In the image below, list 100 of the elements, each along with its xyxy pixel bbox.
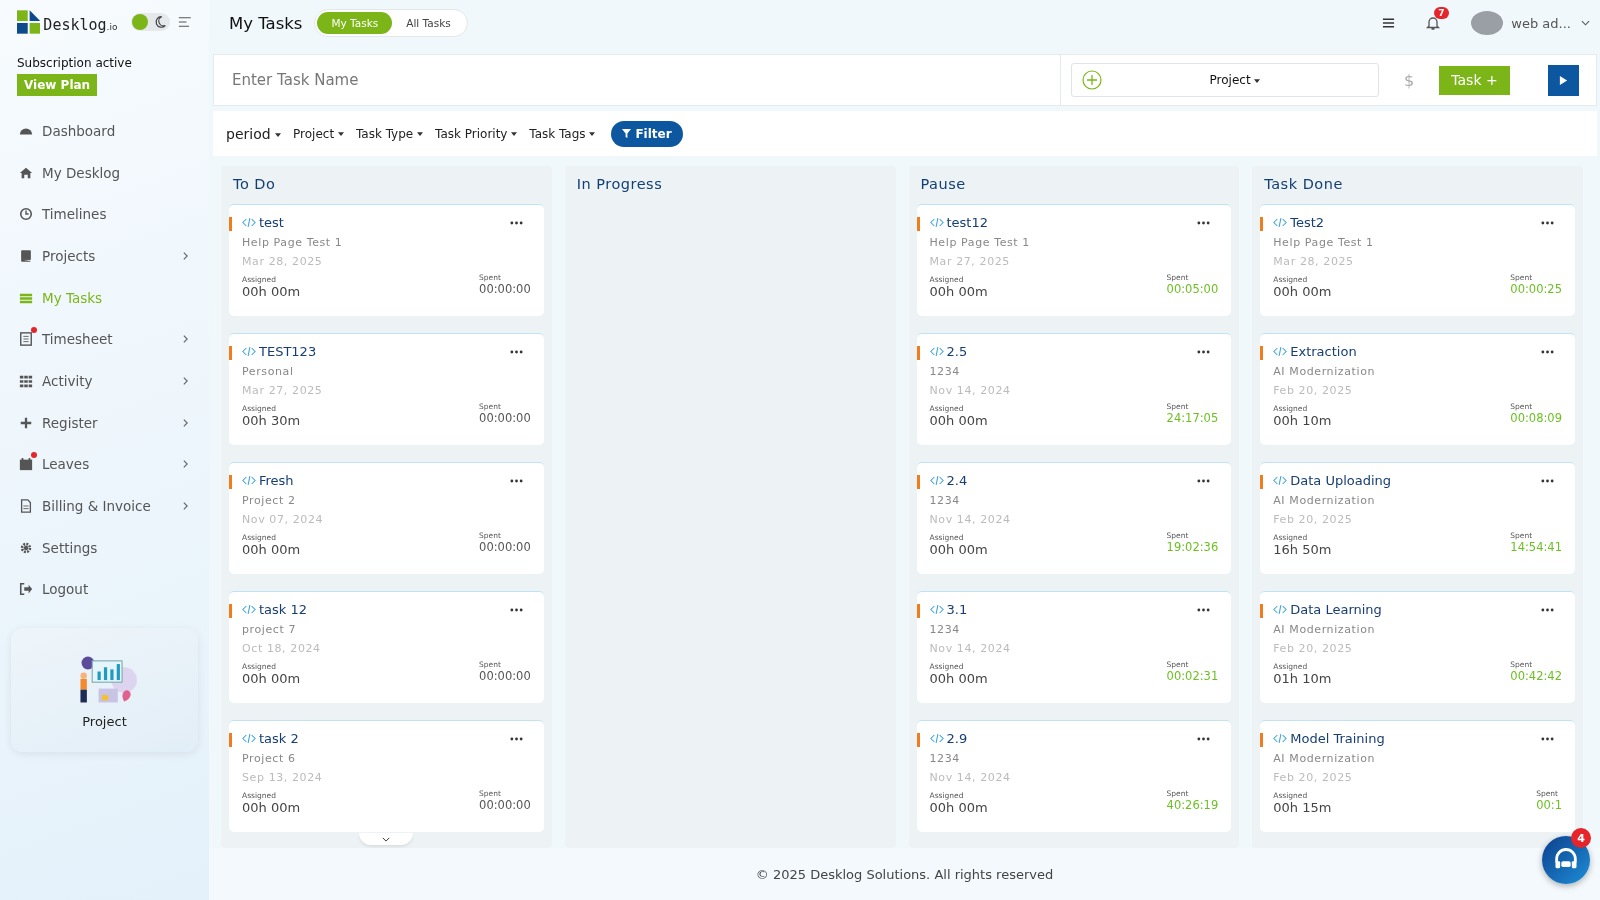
assigned-time: 00h 00m — [929, 800, 988, 815]
home-icon — [19, 165, 33, 180]
play-button[interactable] — [1548, 64, 1579, 96]
more-icon[interactable] — [1541, 478, 1554, 483]
sidebar-item[interactable]: Settings — [0, 526, 209, 569]
chevron-down-icon[interactable] — [1581, 20, 1590, 26]
user-name[interactable]: web ad... — [1511, 15, 1571, 31]
task-title[interactable]: 2.4 — [946, 473, 1195, 488]
task-project: Personal — [242, 365, 295, 378]
task-name-field[interactable]: Enter Task Name — [213, 54, 1061, 106]
sidebar-item[interactable]: Dashboard — [0, 110, 209, 152]
column-title: To Do — [232, 175, 277, 194]
task-title[interactable]: 3.1 — [946, 602, 1195, 617]
task-project: Help Page Test 1 — [929, 236, 1031, 249]
task-title[interactable]: Data Uploading — [1290, 473, 1538, 488]
task-project: AI Modernization — [1273, 752, 1377, 765]
task-title[interactable]: task 12 — [259, 602, 507, 617]
more-icon[interactable] — [509, 349, 523, 354]
chevron-down-icon — [382, 836, 391, 842]
sidebar-item[interactable]: Projects — [0, 235, 209, 277]
sidebar-item[interactable]: Activity — [0, 360, 209, 402]
filter-button[interactable]: Filter — [611, 120, 683, 147]
notification-bell-icon[interactable] — [1425, 15, 1442, 31]
assigned-time: 01h 10m — [1273, 671, 1332, 686]
more-icon[interactable] — [1541, 736, 1554, 741]
project-dropdown[interactable]: Project — [1102, 73, 1368, 87]
plus-icon — [19, 415, 33, 430]
spent-time: 24:17:05 — [1166, 411, 1219, 425]
sidebar-item[interactable]: Timelines — [0, 193, 209, 236]
filter-dropdown[interactable]: period — [226, 125, 282, 142]
assigned-time: 00h 00m — [929, 542, 988, 557]
spent-time: 00:42:42 — [1510, 669, 1562, 683]
theme-toggle[interactable] — [131, 13, 171, 31]
more-icon[interactable] — [1197, 349, 1211, 354]
task-project: Help Page Test 1 — [242, 236, 344, 249]
more-icon[interactable] — [1541, 607, 1554, 612]
task-title[interactable]: test — [259, 215, 507, 230]
task-title[interactable]: Test2 — [1290, 215, 1538, 230]
code-icon — [1273, 217, 1288, 228]
caret-icon — [1254, 78, 1261, 83]
spent-time: 00:00:25 — [1510, 282, 1562, 296]
code-icon — [242, 604, 256, 615]
task-title[interactable]: Model Training — [1290, 731, 1538, 746]
code-icon — [242, 733, 256, 744]
promo-card[interactable]: Project — [11, 628, 198, 753]
task-title[interactable]: Data Learning — [1290, 602, 1538, 617]
sidebar-item[interactable]: Timesheet — [0, 318, 209, 361]
column-title: In Progress — [575, 175, 664, 194]
filter-dropdown[interactable]: Task Priority — [435, 126, 518, 141]
more-icon[interactable] — [1197, 478, 1211, 483]
code-icon — [1273, 604, 1288, 615]
more-icon[interactable] — [1541, 220, 1554, 225]
spent-time: 00:08:09 — [1510, 411, 1562, 425]
task-project: AI Modernization — [1273, 494, 1377, 507]
filter-dropdown[interactable]: Project — [293, 126, 344, 141]
assigned-time: 00h 00m — [242, 284, 301, 299]
sidebar-item[interactable]: Logout — [0, 568, 209, 611]
column-title: Pause — [919, 175, 967, 194]
spent-time: 40:26:19 — [1166, 798, 1219, 812]
spent-time: 00:00:00 — [479, 798, 531, 812]
sidebar-item[interactable]: Leaves — [0, 443, 209, 486]
book-icon — [19, 248, 33, 263]
clock-icon — [19, 207, 33, 222]
more-icon[interactable] — [509, 220, 523, 225]
task-title[interactable]: 2.9 — [946, 731, 1195, 746]
task-title[interactable]: TEST123 — [259, 344, 507, 359]
spent-time: 00:00:00 — [479, 411, 531, 425]
task-date: Nov 14, 2024 — [929, 513, 1012, 526]
task-date: Nov 14, 2024 — [929, 642, 1012, 655]
page-title: My Tasks — [229, 13, 303, 33]
task-title[interactable]: task 2 — [259, 731, 507, 746]
moon-icon — [153, 15, 168, 29]
more-icon[interactable] — [509, 478, 523, 483]
sidebar-item[interactable]: Register — [0, 401, 209, 444]
spent-time: 00:00:00 — [479, 669, 531, 683]
filter-dropdown[interactable]: Task Tags — [529, 126, 596, 141]
project-select[interactable]: Project — [1071, 63, 1379, 97]
more-icon[interactable] — [1197, 736, 1211, 741]
calendar-icon — [19, 457, 33, 472]
task-date: Nov 14, 2024 — [929, 384, 1012, 397]
task-title[interactable]: Fresh — [259, 473, 507, 488]
task-date: Feb 20, 2025 — [1273, 771, 1354, 784]
task-title[interactable]: Extraction — [1290, 344, 1538, 359]
play-icon — [1559, 74, 1568, 86]
column-title: Task Done — [1263, 175, 1344, 194]
logout-icon — [19, 582, 33, 597]
sidebar-item[interactable]: My Desklog — [0, 151, 209, 194]
code-icon — [929, 346, 944, 357]
task-title[interactable]: test12 — [946, 215, 1195, 230]
scope-tab[interactable]: All Tasks — [392, 12, 465, 34]
more-icon[interactable] — [1541, 349, 1554, 354]
menu-icon[interactable] — [1382, 17, 1396, 29]
more-icon[interactable] — [509, 736, 523, 741]
sidebar-item[interactable]: Billing & Invoice — [0, 485, 209, 527]
task-title[interactable]: 2.5 — [946, 344, 1195, 359]
more-icon[interactable] — [1197, 220, 1211, 225]
task-date: Sep 13, 2024 — [242, 771, 324, 784]
filter-dropdown[interactable]: Task Type — [355, 126, 424, 141]
more-icon[interactable] — [509, 607, 523, 612]
more-icon[interactable] — [1197, 607, 1211, 612]
